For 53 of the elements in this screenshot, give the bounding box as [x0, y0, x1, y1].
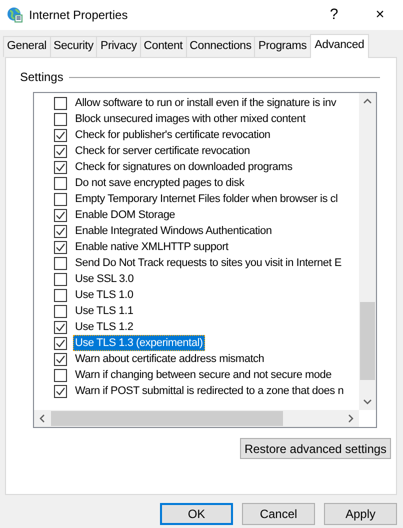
- checkbox[interactable]: [54, 192, 67, 206]
- checkbox[interactable]: [54, 240, 67, 254]
- checkbox[interactable]: [54, 224, 67, 238]
- vertical-scrollbar[interactable]: [359, 93, 376, 410]
- group-title: Settings: [20, 69, 64, 86]
- help-button[interactable]: ?: [311, 0, 357, 30]
- setting-label[interactable]: Warn about certificate address mismatch: [73, 351, 266, 367]
- checkbox[interactable]: [54, 272, 67, 286]
- tab[interactable]: General: [3, 36, 51, 57]
- setting-label[interactable]: Enable DOM Storage: [73, 207, 178, 223]
- setting-label[interactable]: Do not save encrypted pages to disk: [73, 175, 246, 191]
- checkbox[interactable]: [54, 144, 67, 158]
- tab[interactable]: Advanced: [310, 34, 370, 58]
- checkbox[interactable]: [54, 352, 67, 366]
- scroll-thumb[interactable]: [360, 302, 375, 380]
- setting-label[interactable]: Warn if POST submittal is redirected to a zone that does n: [73, 383, 346, 399]
- window-title: Internet Properties: [29, 7, 128, 24]
- checkbox[interactable]: [54, 176, 67, 190]
- setting-label[interactable]: Use TLS 1.2: [73, 319, 136, 335]
- checkbox[interactable]: [54, 208, 67, 222]
- close-button[interactable]: ×: [357, 0, 403, 30]
- setting-label[interactable]: Use SSL 3.0: [73, 271, 136, 287]
- checkbox[interactable]: [54, 304, 67, 318]
- setting-label[interactable]: Enable native XMLHTTP support: [73, 239, 230, 255]
- restore-advanced-settings-button[interactable]: Restore advanced settings: [240, 438, 391, 459]
- scroll-thumb[interactable]: [51, 411, 283, 426]
- checkbox[interactable]: [54, 256, 67, 270]
- checkbox[interactable]: [54, 336, 67, 350]
- dialog-button[interactable]: Cancel: [242, 503, 315, 525]
- setting-label[interactable]: Empty Temporary Internet Files folder when browser is cl: [73, 191, 340, 207]
- checkbox[interactable]: [54, 320, 67, 334]
- globe-icon: [7, 7, 23, 23]
- checkbox[interactable]: [54, 96, 67, 110]
- setting-label[interactable]: Use TLS 1.1: [73, 303, 136, 319]
- checkbox[interactable]: [54, 288, 67, 302]
- checkbox[interactable]: [54, 112, 67, 126]
- horizontal-scrollbar[interactable]: [34, 410, 359, 427]
- dialog-button[interactable]: Apply: [324, 503, 397, 525]
- dialog-button[interactable]: OK: [160, 503, 233, 525]
- setting-label[interactable]: Warn if changing between secure and not secure mode: [73, 367, 334, 383]
- setting-label[interactable]: Send Do Not Track requests to sites you visit in Internet E: [73, 255, 344, 271]
- setting-label[interactable]: Use TLS 1.0: [73, 287, 136, 303]
- setting-label[interactable]: Enable Integrated Windows Authentication: [73, 223, 274, 239]
- checkbox[interactable]: [54, 384, 67, 398]
- setting-label[interactable]: Allow software to run or install even if the signature is inv: [73, 95, 338, 111]
- setting-label[interactable]: Check for server certificate revocation: [73, 143, 252, 159]
- setting-label[interactable]: Block unsecured images with other mixed content: [73, 111, 308, 127]
- setting-label[interactable]: Check for publisher's certificate revocation: [73, 127, 272, 143]
- checkbox[interactable]: [54, 160, 67, 174]
- setting-label[interactable]: Use TLS 1.3 (experimental): [73, 335, 205, 351]
- checkbox[interactable]: [54, 368, 67, 382]
- checkbox[interactable]: [54, 128, 67, 142]
- setting-label[interactable]: Check for signatures on downloaded programs: [73, 159, 294, 175]
